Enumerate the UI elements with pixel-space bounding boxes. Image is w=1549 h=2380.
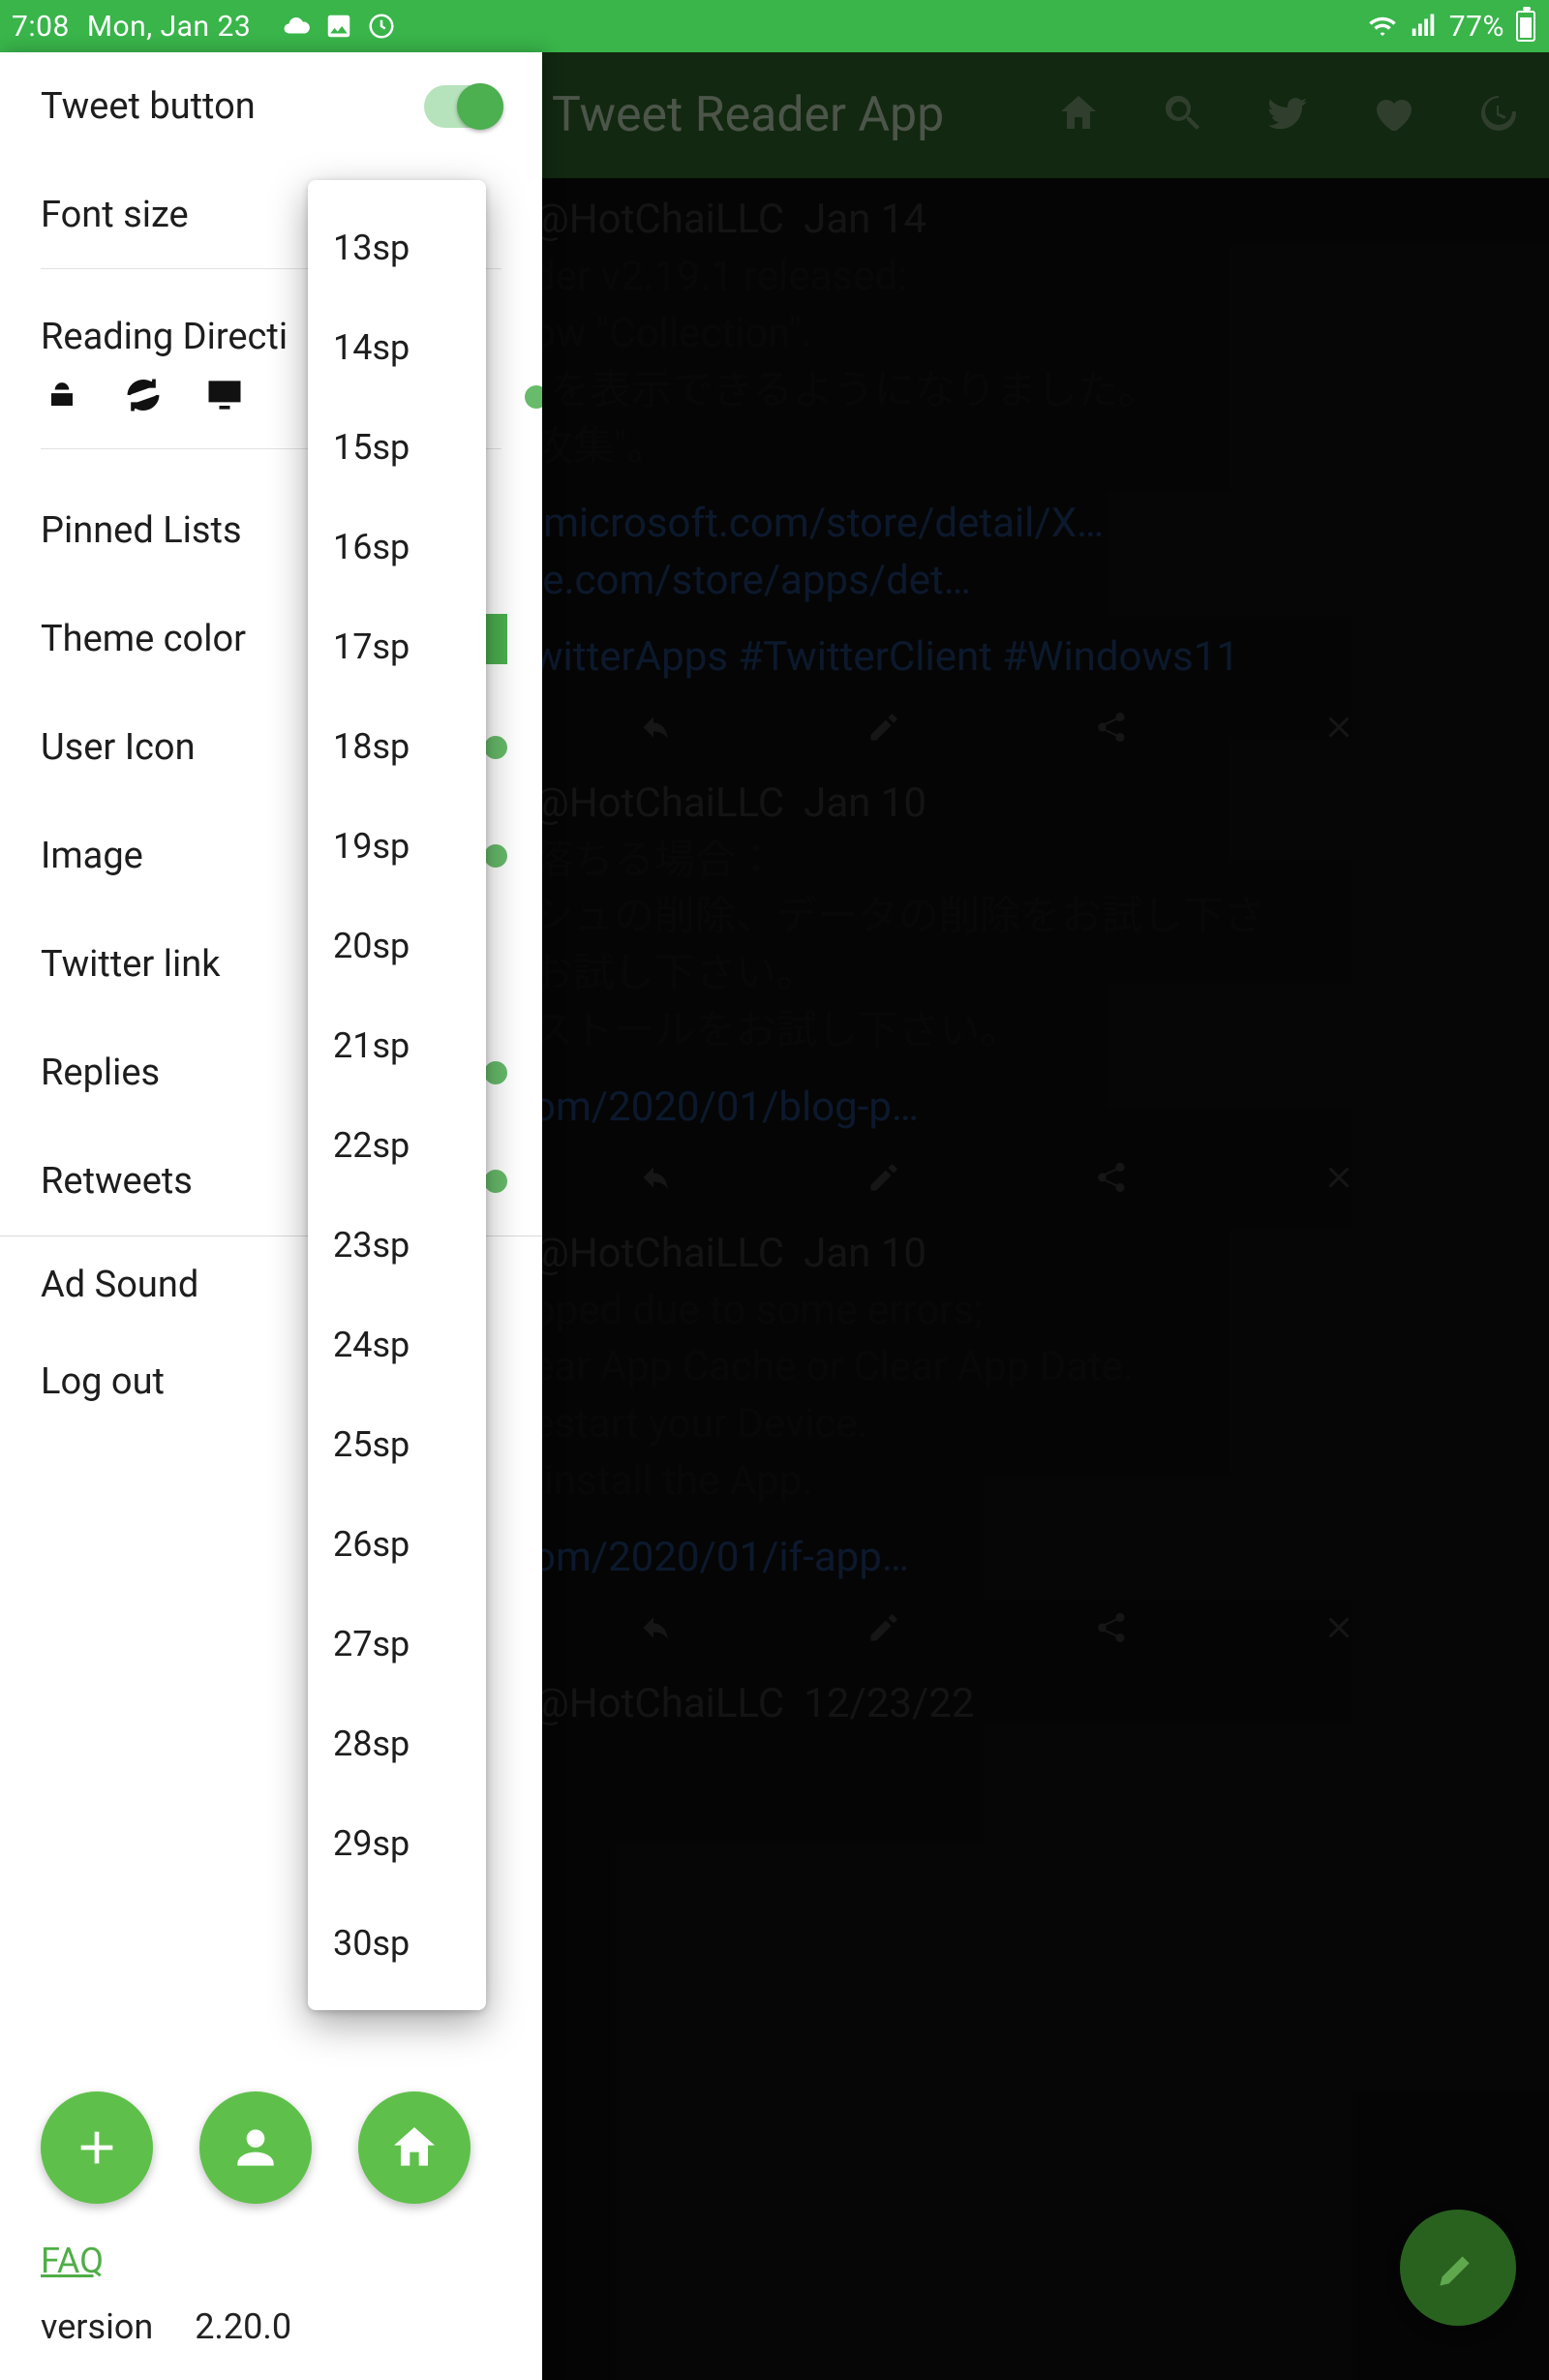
font-size-option[interactable]: 16sp	[308, 497, 486, 596]
toggle-indicator	[525, 385, 542, 409]
toggle-indicator	[484, 1170, 507, 1193]
image-icon	[324, 12, 353, 41]
drawer-footer: FAQ version 2.20.0	[0, 2068, 542, 2380]
font-size-option[interactable]: 28sp	[308, 1693, 486, 1793]
font-size-option[interactable]: 26sp	[308, 1494, 486, 1594]
setting-label: Reading Directi	[41, 316, 288, 358]
setting-label: Ad Sound	[41, 1264, 198, 1306]
font-size-option[interactable]: 20sp	[308, 896, 486, 995]
setting-label: Tweet button	[41, 85, 256, 128]
toggle-switch[interactable]	[424, 85, 501, 128]
setting-label: Twitter link	[41, 943, 220, 986]
status-bar: 7:08 Mon, Jan 23 77%	[0, 0, 1549, 52]
font-size-option[interactable]: 14sp	[308, 297, 486, 397]
status-time: 7:08	[12, 10, 70, 44]
battery-icon	[1516, 11, 1535, 42]
android-icon[interactable]	[41, 374, 83, 420]
setting-label: Replies	[41, 1052, 160, 1094]
font-size-dropdown: 13sp 14sp 15sp 16sp 17sp 18sp 19sp 20sp …	[308, 180, 486, 2010]
font-size-option[interactable]: 13sp	[308, 198, 486, 297]
profile-fab[interactable]	[199, 2091, 312, 2204]
battery-percent: 77%	[1449, 10, 1504, 44]
font-size-option[interactable]: 24sp	[308, 1295, 486, 1394]
monitor-icon[interactable]	[203, 374, 246, 420]
setting-label: Retweets	[41, 1160, 193, 1203]
setting-label: User Icon	[41, 726, 196, 769]
font-size-option[interactable]: 29sp	[308, 1793, 486, 1893]
faq-link[interactable]: FAQ	[41, 2241, 104, 2281]
status-date: Mon, Jan 23	[87, 10, 251, 44]
sync-icon[interactable]	[122, 374, 165, 420]
signal-icon	[1409, 12, 1438, 41]
font-size-option[interactable]: 19sp	[308, 796, 486, 896]
sync-icon	[367, 12, 396, 41]
toggle-indicator	[484, 1061, 507, 1084]
setting-label: Image	[41, 835, 143, 877]
setting-tweet-button[interactable]: Tweet button	[0, 52, 542, 161]
add-fab[interactable]	[41, 2091, 153, 2204]
setting-label: Font size	[41, 194, 189, 236]
toggle-indicator	[484, 736, 507, 759]
font-size-option[interactable]: 30sp	[308, 1893, 486, 1993]
version-label: version 2.20.0	[41, 2306, 501, 2347]
font-size-option[interactable]: 27sp	[308, 1594, 486, 1693]
home-fab[interactable]	[358, 2091, 471, 2204]
font-size-option[interactable]: 18sp	[308, 696, 486, 796]
font-size-option[interactable]: 21sp	[308, 995, 486, 1095]
version-number: 2.20.0	[195, 2306, 291, 2347]
setting-label: Theme color	[41, 618, 246, 660]
compose-fab[interactable]	[1400, 2210, 1516, 2326]
toggle-indicator	[484, 844, 507, 868]
setting-label: Log out	[41, 1360, 165, 1403]
version-text: version	[41, 2306, 153, 2347]
font-size-option[interactable]: 15sp	[308, 397, 486, 497]
font-size-option[interactable]: 17sp	[308, 596, 486, 696]
wifi-icon	[1368, 12, 1397, 41]
font-size-option[interactable]: 22sp	[308, 1095, 486, 1195]
font-size-option[interactable]: 23sp	[308, 1195, 486, 1295]
font-size-option[interactable]: 25sp	[308, 1394, 486, 1494]
setting-label: Pinned Lists	[41, 509, 242, 552]
cloud-icon	[282, 12, 311, 41]
